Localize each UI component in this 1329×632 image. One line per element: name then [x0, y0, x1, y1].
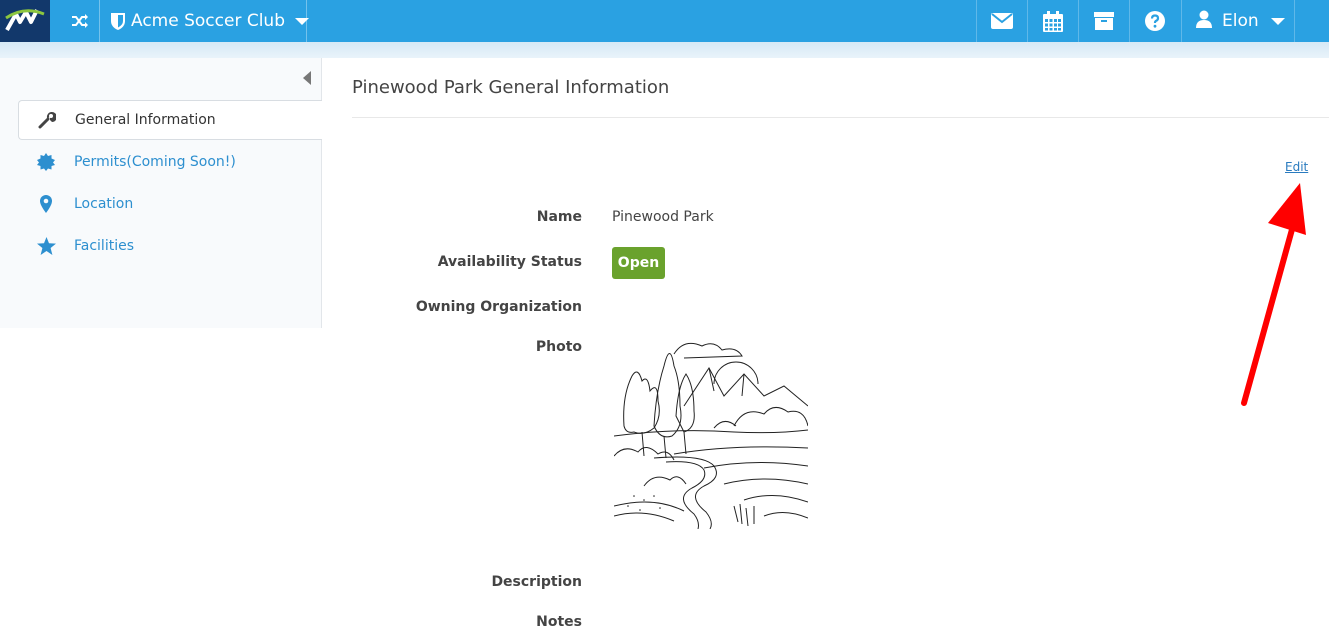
calendar-icon: [1043, 10, 1063, 32]
map-pin-icon: [18, 195, 74, 213]
sidebar-item-label: General Information: [75, 112, 216, 128]
app-logo[interactable]: [0, 0, 50, 46]
edit-link[interactable]: Edit: [1285, 160, 1308, 174]
help-icon: [1145, 11, 1165, 31]
shuffle-icon: [72, 14, 88, 28]
park-photo: [613, 336, 809, 530]
sidebar-item-general-information[interactable]: General Information: [18, 100, 322, 140]
user-icon: [1196, 10, 1212, 33]
owning-organization-label: Owning Organization: [415, 299, 582, 315]
badge-icon: [18, 153, 74, 171]
switch-club-button[interactable]: [60, 0, 100, 42]
title-divider: [352, 117, 1329, 118]
sidebar-item-label: Facilities: [74, 238, 134, 254]
shield-icon: [111, 12, 125, 30]
name-label: Name: [536, 209, 582, 225]
archive-button[interactable]: [1078, 0, 1129, 42]
collapse-sidebar-icon[interactable]: [303, 71, 311, 85]
description-label: Description: [491, 574, 582, 590]
archive-icon: [1094, 12, 1114, 30]
club-name: Acme Soccer Club: [131, 11, 285, 31]
user-name: Elon: [1222, 11, 1259, 31]
sidebar-item-permits[interactable]: Permits(Coming Soon!): [18, 142, 322, 182]
sidebar-item-label: Location: [74, 196, 134, 212]
notes-label: Notes: [536, 614, 582, 630]
club-selector[interactable]: Acme Soccer Club: [110, 0, 309, 42]
logo-icon: [5, 9, 45, 31]
sidebar-item-location[interactable]: Location: [18, 184, 322, 224]
landscape-sketch-image: [613, 342, 809, 530]
page-title: Pinewood Park General Information: [352, 77, 670, 98]
photo-label: Photo: [535, 339, 582, 355]
star-icon: [18, 237, 74, 255]
status-badge: Open: [612, 247, 665, 279]
navbar-divider: [99, 0, 100, 42]
calendar-button[interactable]: [1027, 0, 1078, 42]
wrench-icon: [19, 111, 75, 129]
user-menu[interactable]: Elon: [1181, 0, 1295, 42]
envelope-icon: [991, 13, 1013, 29]
sidebar-item-facilities[interactable]: Facilities: [18, 226, 322, 266]
subheader-strip: [0, 42, 1329, 58]
sidebar-item-label: Permits(Coming Soon!): [74, 154, 236, 170]
availability-status-label: Availability Status: [437, 254, 582, 270]
help-button[interactable]: [1129, 0, 1180, 42]
chevron-down-icon: [1270, 17, 1285, 25]
annotation-arrow-icon: [1241, 183, 1306, 406]
messages-button[interactable]: [976, 0, 1027, 42]
navbar-divider: [306, 0, 307, 42]
name-value: Pinewood Park: [612, 209, 714, 225]
top-navbar: Acme Soccer Club Elon: [0, 0, 1329, 46]
